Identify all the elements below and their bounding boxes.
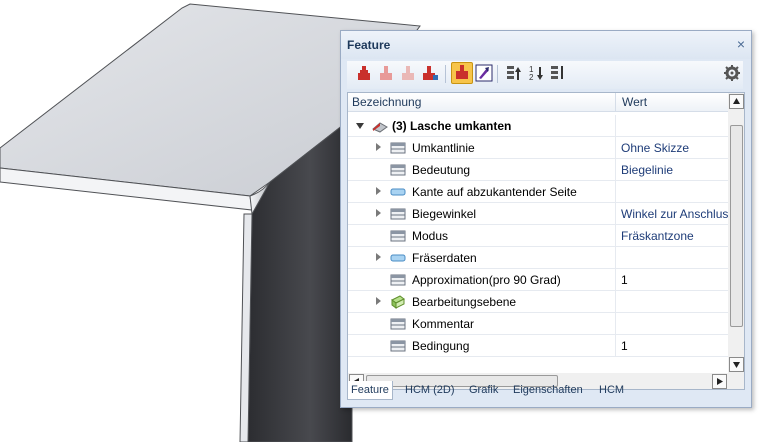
- feature-disabled-icon[interactable]: [399, 64, 417, 82]
- panel-title: Feature: [347, 38, 391, 52]
- expand-icon[interactable]: [376, 187, 381, 195]
- row-label: Fräserdaten: [412, 251, 477, 265]
- row-label: Biegewinkel: [412, 207, 477, 221]
- feature-insert-icon[interactable]: [377, 64, 395, 82]
- expand-icon[interactable]: [376, 143, 381, 151]
- feature-purple-icon[interactable]: [475, 64, 493, 82]
- scroll-down-icon[interactable]: [729, 357, 744, 372]
- row-label: Bearbeitungsebene: [412, 295, 517, 309]
- table-icon: [390, 207, 406, 224]
- tab-feature[interactable]: Feature: [347, 381, 393, 400]
- row-label: Kommentar: [412, 317, 475, 331]
- vertical-scroll-thumb[interactable]: [730, 125, 743, 327]
- table-icon: [390, 273, 406, 290]
- feature-active-icon[interactable]: [451, 62, 473, 84]
- tree-row[interactable]: Fräserdaten: [348, 247, 728, 269]
- expand-icon[interactable]: [376, 297, 381, 305]
- panel-tabs: Feature HCM (2D) Grafik Eigenschaften HC…: [347, 381, 743, 401]
- sort-number-icon[interactable]: 12: [527, 64, 545, 82]
- scroll-up-icon[interactable]: [729, 94, 744, 109]
- table-icon: [390, 163, 406, 180]
- vertical-scrollbar[interactable]: [728, 93, 744, 373]
- table-icon: [390, 229, 406, 246]
- edge-icon: [390, 185, 406, 202]
- tree-row[interactable]: Bearbeitungsebene: [348, 291, 728, 313]
- sort-list-icon[interactable]: [549, 64, 567, 82]
- tree-row[interactable]: Bedingung 1: [348, 335, 728, 357]
- row-value[interactable]: Fräskantzone: [621, 229, 729, 243]
- sort-up-icon[interactable]: [505, 64, 523, 82]
- tree-row[interactable]: Approximation(pro 90 Grad) 1: [348, 269, 728, 291]
- row-label: Modus: [412, 229, 449, 243]
- column-header-name[interactable]: Bezeichnung: [352, 95, 421, 109]
- row-value[interactable]: 1: [621, 339, 729, 353]
- row-value[interactable]: Ohne Skizze: [621, 141, 729, 155]
- tree-root-row[interactable]: (3) Lasche umkanten: [348, 115, 728, 137]
- tree-row[interactable]: Biegewinkel Winkel zur Anschlussfläche: [348, 203, 729, 225]
- row-value[interactable]: 1: [621, 273, 729, 287]
- plane-icon: [390, 295, 406, 312]
- close-icon[interactable]: ×: [737, 36, 745, 52]
- row-value[interactable]: Winkel zur Anschlussfläche: [621, 207, 729, 221]
- tab-eigenschaften[interactable]: Eigenschaften: [513, 381, 583, 399]
- tab-hcm-2d[interactable]: HCM (2D): [405, 381, 455, 399]
- column-header-value[interactable]: Wert: [622, 95, 647, 109]
- table-icon: [390, 317, 406, 334]
- tree-row[interactable]: Umkantlinie Ohne Skizze: [348, 137, 728, 159]
- table-icon: [390, 141, 406, 158]
- tree-row[interactable]: Bedeutung Biegelinie: [348, 159, 728, 181]
- row-label: Bedingung: [412, 339, 470, 353]
- root-label: (3) Lasche umkanten: [392, 119, 512, 133]
- tree-row[interactable]: Kommentar: [348, 313, 728, 335]
- feature-panel: Feature × 12 Bezeichnung Wert (3) Lasche…: [340, 30, 752, 408]
- tab-hcm[interactable]: HCM: [599, 381, 624, 399]
- feature-new-icon[interactable]: [355, 64, 373, 82]
- row-label: Bedeutung: [412, 163, 471, 177]
- expand-icon[interactable]: [376, 253, 381, 261]
- row-label: Umkantlinie: [412, 141, 475, 155]
- feature-recalc-icon[interactable]: [421, 64, 439, 82]
- row-label: Approximation(pro 90 Grad): [412, 273, 561, 287]
- tab-grafik[interactable]: Grafik: [469, 381, 498, 399]
- row-label: Kante auf abzukantender Seite: [412, 185, 577, 199]
- panel-titlebar[interactable]: Feature ×: [341, 31, 751, 59]
- tree-row[interactable]: Modus Fräskantzone: [348, 225, 728, 247]
- gear-icon[interactable]: [723, 64, 741, 82]
- table-icon: [390, 339, 406, 356]
- expand-icon[interactable]: [376, 209, 381, 217]
- row-value[interactable]: Biegelinie: [621, 163, 729, 177]
- feature-tree[interactable]: Bezeichnung Wert (3) Lasche umkanten Umk…: [347, 92, 745, 390]
- flange-feature-icon: [372, 119, 388, 136]
- svg-text:2: 2: [529, 73, 534, 82]
- tree-row[interactable]: Kante auf abzukantender Seite: [348, 181, 728, 203]
- panel-toolbar: 12: [347, 61, 743, 89]
- collapse-icon[interactable]: [356, 123, 364, 129]
- tree-header: Bezeichnung Wert: [348, 93, 728, 112]
- edge-icon: [390, 251, 406, 268]
